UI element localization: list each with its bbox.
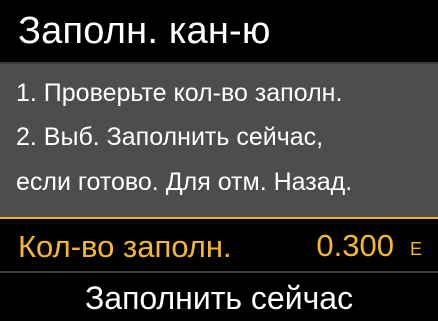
fill-now-label: Заполнить сейчас [84,280,354,316]
instruction-panel: 1. Проверьте кол-во заполн. 2. Выб. Запо… [0,64,438,217]
instruction-line-3: если готово. Для отм. Назад. [16,168,353,196]
screen-title: Заполн. кан-ю [18,10,271,52]
fill-now-button[interactable]: Заполнить сейчас [0,271,438,321]
fill-amount-row[interactable]: Кол-во заполн. 0.300 Е [0,217,438,271]
fill-amount-value: 0.300 [316,228,394,263]
fill-amount-unit: Е [409,239,422,259]
pump-screen: Заполн. кан-ю 1. Проверьте кол-во заполн… [0,0,438,321]
title-bar: Заполн. кан-ю [0,0,438,64]
instruction-line-2: 2. Выб. Заполнить сейчас, [16,123,324,151]
instruction-line-1: 1. Проверьте кол-во заполн. [16,79,343,107]
fill-amount-label: Кол-во заполн. [18,229,232,264]
